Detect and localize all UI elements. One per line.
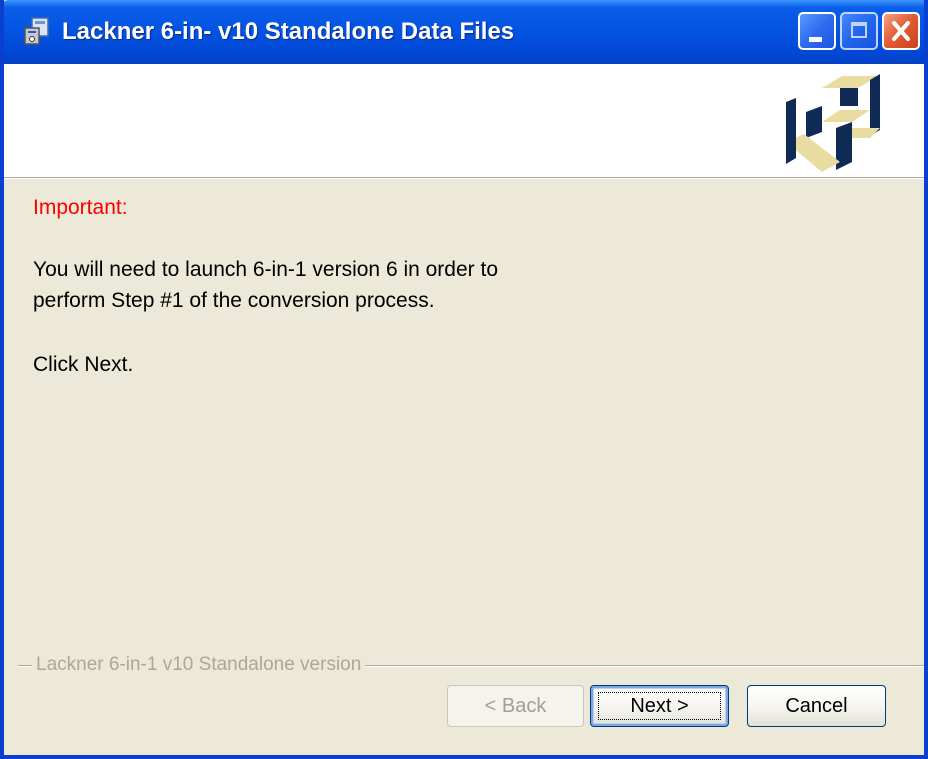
minimize-button[interactable] [798,12,836,50]
close-button[interactable] [882,12,920,50]
important-label: Important: [33,196,128,219]
message-line-1: You will need to launch 6-in-1 version 6… [33,258,499,281]
minimize-icon [809,37,822,42]
cancel-button[interactable]: Cancel [747,685,886,727]
next-button-label: Next > [630,695,689,717]
window-title: Lackner 6-in- v10 Standalone Data Files [62,18,515,45]
title-bar[interactable]: Lackner 6-in- v10 Standalone Data Files [4,0,924,64]
branding-label: Lackner 6-in-1 v10 Standalone version [32,654,366,676]
close-icon [892,21,910,41]
lackner-cube-logo [786,74,880,172]
header-banner [4,64,924,179]
next-button[interactable]: Next > [590,685,729,727]
maximize-icon [851,22,867,38]
instruction-text: Click Next. [33,353,134,376]
installer-icon[interactable] [22,16,52,46]
back-button[interactable]: < Back [447,685,584,727]
installer-window: Lackner 6-in- v10 Standalone Data Files [0,0,928,759]
message-line-2: perform Step #1 of the conversion proces… [33,289,435,312]
maximize-button[interactable] [840,12,878,50]
